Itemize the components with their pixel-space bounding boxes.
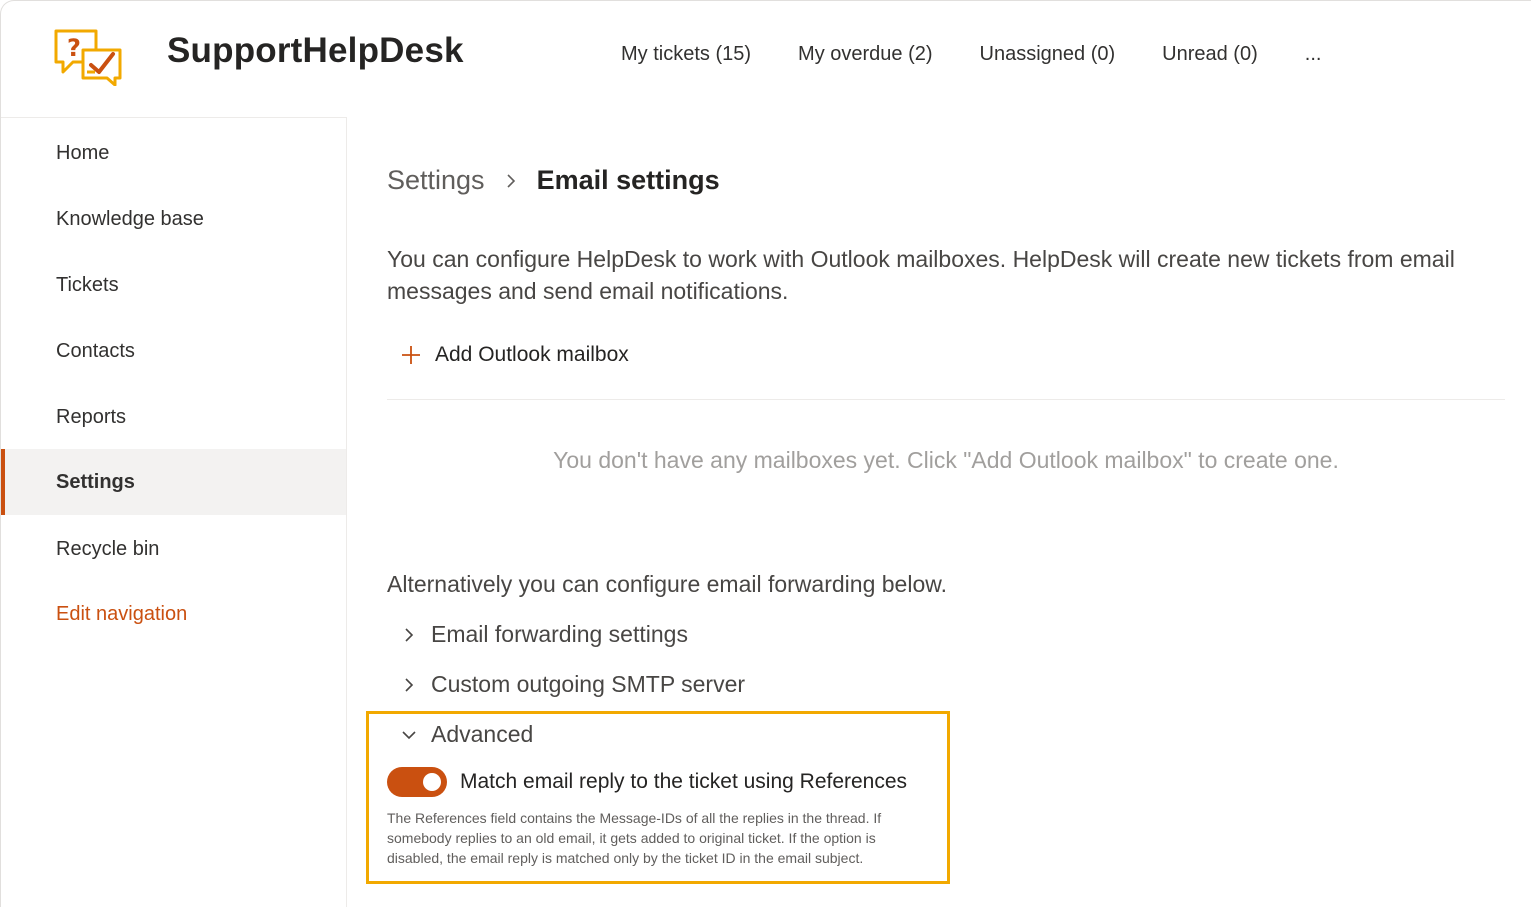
edit-navigation-link[interactable]: Edit navigation (1, 581, 346, 647)
chevron-down-icon (402, 730, 416, 739)
add-outlook-mailbox-button[interactable]: Add Outlook mailbox (401, 343, 629, 367)
references-toggle-row: Match email reply to the ticket using Re… (387, 767, 907, 797)
intro-text: You can configure HelpDesk to work with … (387, 246, 1455, 304)
topnav-my-overdue[interactable]: My overdue (2) (798, 43, 933, 66)
advanced-section-toggle[interactable]: Advanced (401, 721, 533, 748)
header: ? SupportHelpDesk My tickets (15) My ove… (1, 1, 1531, 113)
page-title: Email settings (536, 165, 720, 195)
match-references-toggle[interactable] (387, 767, 447, 797)
alternative-text: Alternatively you can configure email fo… (387, 571, 947, 597)
sidebar-item-knowledge-base[interactable]: Knowledge base (1, 186, 346, 252)
email-forwarding-settings-label: Email forwarding settings (431, 621, 688, 647)
app-window: ? SupportHelpDesk My tickets (15) My ove… (0, 0, 1531, 907)
advanced-section-label: Advanced (431, 721, 534, 747)
sidebar-item-settings[interactable]: Settings (1, 449, 346, 515)
sidebar-item-tickets[interactable]: Tickets (1, 252, 346, 318)
sidebar-item-recycle-bin[interactable]: Recycle bin (1, 516, 346, 582)
email-forwarding-settings-toggle[interactable]: Email forwarding settings (401, 621, 688, 648)
references-help-text: The References field contains the Messag… (387, 810, 882, 866)
chevron-right-icon (506, 173, 515, 188)
breadcrumb: Settings Email settings (387, 165, 720, 196)
sidebar: Home Knowledge base Tickets Contacts Rep… (1, 117, 347, 907)
topnav-unassigned[interactable]: Unassigned (0) (980, 43, 1116, 66)
custom-smtp-server-label: Custom outgoing SMTP server (431, 671, 746, 697)
topnav-more-button[interactable]: ... (1305, 43, 1322, 66)
sidebar-item-reports[interactable]: Reports (1, 384, 346, 450)
topnav-my-tickets[interactable]: My tickets (15) (621, 43, 751, 66)
plus-icon (402, 346, 420, 364)
sidebar-item-contacts[interactable]: Contacts (1, 318, 346, 384)
top-navigation: My tickets (15) My overdue (2) Unassigne… (621, 43, 1321, 66)
sidebar-item-home[interactable]: Home (1, 120, 346, 186)
breadcrumb-settings-link[interactable]: Settings (387, 165, 485, 196)
helpdesk-logo-icon: ? (54, 29, 122, 86)
toggle-knob (423, 773, 441, 791)
svg-text:?: ? (67, 34, 81, 62)
custom-smtp-server-toggle[interactable]: Custom outgoing SMTP server (401, 671, 745, 698)
match-references-label: Match email reply to the ticket using Re… (460, 770, 908, 793)
chevron-right-icon (405, 677, 414, 692)
app-title: SupportHelpDesk (167, 31, 464, 70)
main-content: Settings Email settings You can configur… (366, 117, 1507, 907)
add-outlook-mailbox-label: Add Outlook mailbox (435, 343, 629, 366)
empty-mailboxes-message: You don't have any mailboxes yet. Click … (553, 447, 1339, 473)
chevron-right-icon (405, 627, 414, 642)
divider (387, 399, 1505, 400)
topnav-unread[interactable]: Unread (0) (1162, 43, 1258, 66)
